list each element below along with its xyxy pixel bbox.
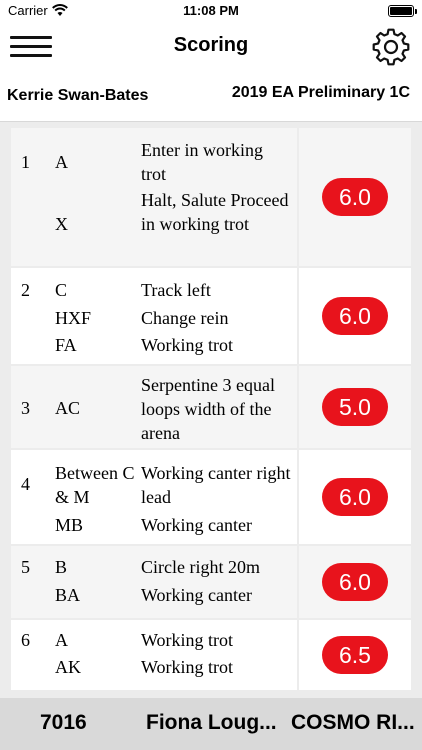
movement-number: 4 bbox=[21, 474, 30, 494]
movement-marker: AC bbox=[55, 398, 81, 418]
movement-marker: B bbox=[55, 557, 68, 577]
movement-list[interactable]: 1 A X Enter in working trot Halt, Salute… bbox=[11, 128, 411, 690]
movement-number: 3 bbox=[21, 398, 30, 418]
test-info-bar: Kerrie Swan-Bates 2019 EA Preliminary 1C bbox=[0, 72, 422, 122]
movement-description: Working canter bbox=[141, 585, 253, 605]
movement-description: Circle right 20m bbox=[141, 557, 260, 577]
score-button[interactable]: 5.0 bbox=[322, 388, 388, 426]
movement-marker: C bbox=[55, 280, 68, 300]
score-button[interactable]: 6.0 bbox=[322, 563, 388, 601]
movement-description: Halt, Salute Proceed in working trot bbox=[141, 190, 289, 234]
movement-number: 1 bbox=[21, 152, 30, 172]
movement-row: 1 A X Enter in working trot Halt, Salute… bbox=[11, 128, 411, 266]
nav-bar: Scoring bbox=[0, 22, 422, 72]
test-name: 2019 EA Preliminary 1C bbox=[231, 84, 410, 101]
score-button[interactable]: 6.0 bbox=[322, 178, 388, 216]
rider-name: Kerrie Swan-Bates bbox=[7, 87, 149, 104]
movement-marker: X bbox=[55, 214, 68, 234]
movement-description: Change rein bbox=[141, 308, 229, 328]
movement-description: Working trot bbox=[141, 657, 234, 677]
movement-number: 5 bbox=[21, 557, 30, 577]
movement-description: Serpentine 3 equal loops width of the ar… bbox=[141, 375, 275, 443]
movement-description: Enter in working trot bbox=[141, 140, 263, 184]
judge-name: Fiona Loug... bbox=[146, 711, 277, 734]
battery-icon bbox=[388, 5, 417, 17]
movement-marker: A bbox=[55, 152, 68, 172]
movement-marker: BA bbox=[55, 585, 81, 605]
competitor-number: 7016 bbox=[40, 711, 87, 734]
movement-row: 4 Between C & M MB Working canter right … bbox=[11, 450, 411, 544]
movement-marker: A bbox=[55, 630, 68, 650]
movement-marker: FA bbox=[55, 335, 77, 355]
movement-description: Working canter right lead bbox=[141, 463, 291, 507]
movement-row: 6 A AK Working trot Working trot 6.5 bbox=[11, 620, 411, 690]
score-button[interactable]: 6.5 bbox=[322, 636, 388, 674]
gear-icon[interactable] bbox=[372, 28, 410, 66]
status-bar: Carrier 11:08 PM bbox=[0, 0, 422, 22]
movement-description: Working trot bbox=[141, 630, 234, 650]
movement-marker: Between C & M bbox=[55, 463, 135, 507]
movement-row: 5 B BA Circle right 20m Working canter 6… bbox=[11, 546, 411, 618]
horse-name: COSMO RI... bbox=[291, 711, 415, 734]
movement-marker: HXF bbox=[55, 308, 92, 328]
score-button[interactable]: 6.0 bbox=[322, 297, 388, 335]
hamburger-icon[interactable] bbox=[10, 34, 52, 60]
movement-description: Working trot bbox=[141, 335, 234, 355]
status-time: 11:08 PM bbox=[183, 3, 239, 18]
score-button[interactable]: 6.0 bbox=[322, 478, 388, 516]
movement-row: 2 C HXF FA Track left Change rein Workin… bbox=[11, 268, 411, 364]
movement-description: Track left bbox=[141, 280, 211, 300]
competitor-footer: 7016 Fiona Loug... COSMO RI... bbox=[0, 698, 422, 750]
page-title: Scoring bbox=[173, 34, 249, 56]
movement-marker: AK bbox=[55, 657, 81, 677]
movement-row: 3 AC Serpentine 3 equal loops width of t… bbox=[11, 366, 411, 448]
movement-number: 6 bbox=[21, 630, 30, 650]
movement-marker: MB bbox=[55, 515, 84, 535]
movement-description: Working canter bbox=[141, 515, 253, 535]
movement-number: 2 bbox=[21, 280, 30, 300]
